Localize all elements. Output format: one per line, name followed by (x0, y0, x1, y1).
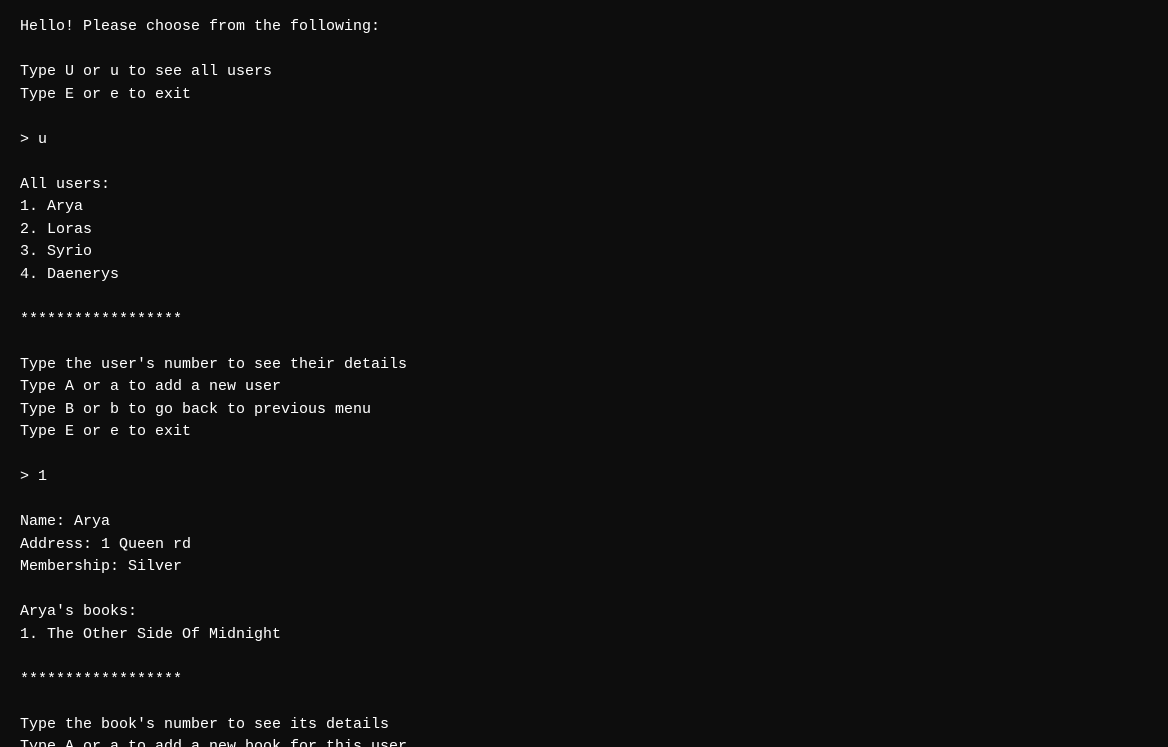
terminal-line-user4: 4. Daenerys (20, 264, 1148, 287)
terminal-line-divider2: ****************** (20, 669, 1148, 692)
terminal-line-user2: 2. Loras (20, 219, 1148, 242)
terminal-line-book1: 1. The Other Side Of Midnight (20, 624, 1148, 647)
terminal-line-blank6 (20, 444, 1148, 467)
terminal-line-blank10 (20, 691, 1148, 714)
terminal-line-input1: > u (20, 129, 1148, 152)
terminal-line-blank8 (20, 579, 1148, 602)
terminal-line-all-users: All users: (20, 174, 1148, 197)
terminal-line-opt-number: Type the user's number to see their deta… (20, 354, 1148, 377)
terminal-line-blank9 (20, 646, 1148, 669)
terminal-line-user3: 3. Syrio (20, 241, 1148, 264)
terminal-line-input2: > 1 (20, 466, 1148, 489)
terminal-line-blank1 (20, 39, 1148, 62)
terminal-line-blank4 (20, 286, 1148, 309)
terminal-line-opt-a2: Type A or a to add a new book for this u… (20, 736, 1148, 747)
terminal-output: Hello! Please choose from the following:… (20, 16, 1148, 747)
terminal-line-opt-e1: Type E or e to exit (20, 84, 1148, 107)
terminal-line-user1: 1. Arya (20, 196, 1148, 219)
terminal-line-opt-a1: Type A or a to add a new user (20, 376, 1148, 399)
terminal-line-address: Address: 1 Queen rd (20, 534, 1148, 557)
terminal-line-blank3 (20, 151, 1148, 174)
terminal-line-arya-books: Arya's books: (20, 601, 1148, 624)
terminal-line-greeting: Hello! Please choose from the following: (20, 16, 1148, 39)
terminal-line-opt-book-number: Type the book's number to see its detail… (20, 714, 1148, 737)
terminal-line-opt-e2: Type E or e to exit (20, 421, 1148, 444)
terminal-window[interactable]: Hello! Please choose from the following:… (0, 0, 1168, 747)
terminal-line-blank5 (20, 331, 1148, 354)
terminal-line-divider1: ****************** (20, 309, 1148, 332)
terminal-line-name: Name: Arya (20, 511, 1148, 534)
terminal-line-opt-u: Type U or u to see all users (20, 61, 1148, 84)
terminal-line-blank7 (20, 489, 1148, 512)
terminal-line-membership: Membership: Silver (20, 556, 1148, 579)
terminal-line-opt-b: Type B or b to go back to previous menu (20, 399, 1148, 422)
terminal-line-blank2 (20, 106, 1148, 129)
